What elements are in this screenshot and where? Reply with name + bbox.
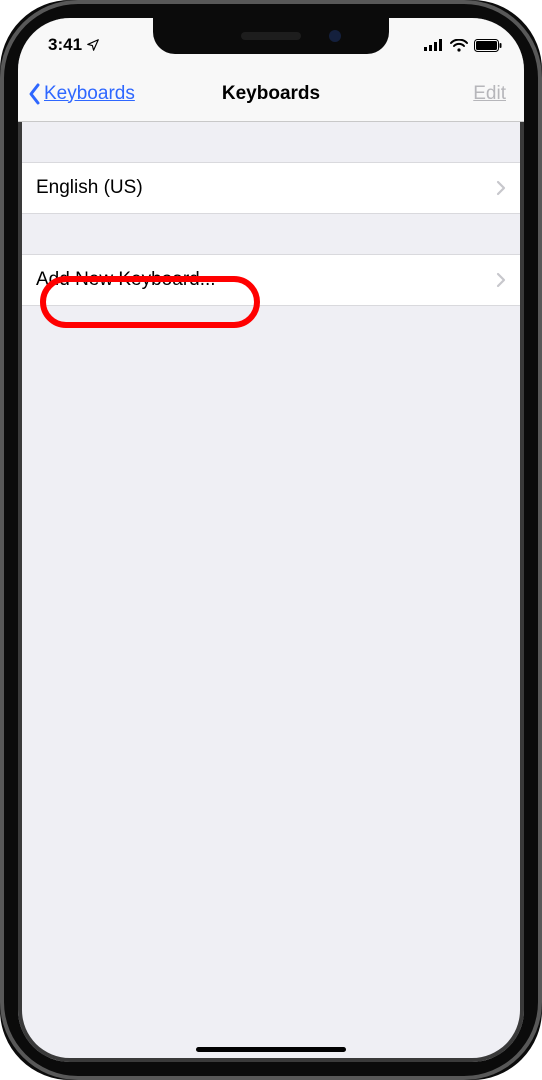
back-button[interactable]: Keyboards	[26, 66, 135, 121]
phone-notch	[153, 18, 389, 54]
content: English (US) Add New Keyboard...	[18, 122, 524, 1062]
location-arrow-icon	[86, 38, 100, 52]
edit-button[interactable]: Edit	[473, 66, 506, 121]
add-new-keyboard-label: Add New Keyboard...	[36, 269, 216, 291]
status-time: 3:41	[48, 35, 100, 55]
keyboard-row-label: English (US)	[36, 177, 143, 199]
phone-front-camera	[329, 30, 341, 42]
chevron-right-icon	[496, 272, 506, 288]
keyboard-row-english-us[interactable]: English (US)	[18, 162, 524, 214]
add-new-keyboard-row[interactable]: Add New Keyboard...	[18, 254, 524, 306]
page-title: Keyboards	[222, 83, 320, 105]
nav-bar: Keyboards Keyboards Edit	[18, 66, 524, 122]
keyboards-group: English (US)	[18, 162, 524, 214]
back-button-label: Keyboards	[44, 83, 135, 105]
status-time-text: 3:41	[48, 35, 82, 55]
screen: 3:41	[18, 18, 524, 1062]
add-keyboard-group: Add New Keyboard...	[18, 254, 524, 306]
chevron-left-icon	[26, 82, 42, 106]
chevron-right-icon	[496, 180, 506, 196]
cellular-signal-icon	[424, 39, 444, 51]
edit-button-label: Edit	[473, 83, 506, 105]
battery-icon	[474, 39, 502, 52]
phone-speaker	[241, 32, 301, 40]
status-right	[424, 39, 502, 52]
wifi-icon	[450, 39, 468, 52]
home-indicator[interactable]	[196, 1047, 346, 1052]
